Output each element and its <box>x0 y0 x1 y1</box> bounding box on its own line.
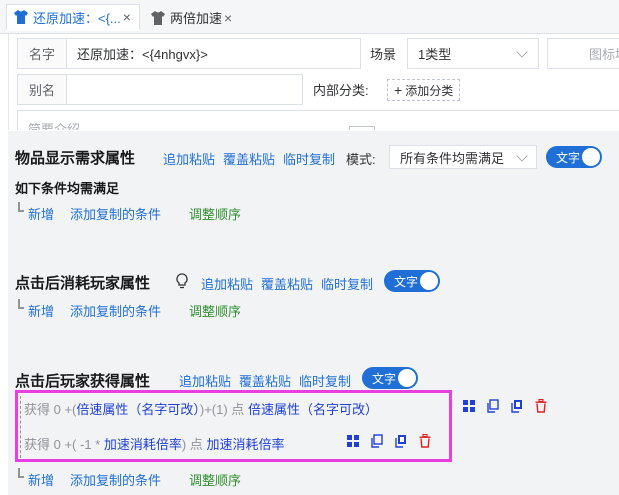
display-overwrite-paste-button[interactable]: 覆盖粘贴 <box>223 149 275 168</box>
display-section-title: 物品显示需求属性 <box>15 150 136 167</box>
tab-bar: 还原加速：<{... × 两倍加速 × <box>0 0 619 34</box>
trash-icon[interactable] <box>534 399 548 413</box>
chevron-down-icon <box>516 46 528 58</box>
gain-text-toggle[interactable]: 文字 <box>362 367 418 389</box>
tab-double-speed[interactable]: 两倍加速 × <box>144 4 264 31</box>
toggle-label: 文字 <box>372 371 397 386</box>
gain-append-paste-button[interactable]: 追加粘贴 <box>179 371 231 390</box>
mode-label: 模式: <box>346 152 376 167</box>
consume-temp-copy-button[interactable]: 临时复制 <box>321 274 373 293</box>
toggle-knob <box>582 148 600 166</box>
gain-temp-copy-button[interactable]: 临时复制 <box>299 371 351 390</box>
toggle-knob <box>420 272 438 290</box>
condition-summary: 如下条件均需满足 <box>15 181 120 196</box>
display-add-new-button[interactable]: 新增 <box>28 204 54 223</box>
scene-select[interactable]: 1类型 <box>407 38 539 69</box>
gain-add-new-button[interactable]: 新增 <box>28 470 54 489</box>
scene-select-value: 1类型 <box>418 47 452 62</box>
description-placeholder: 简要介绍 <box>28 122 81 130</box>
paste-icon[interactable] <box>510 399 524 413</box>
name-label: 名字 <box>17 38 67 69</box>
shirt-icon <box>14 10 28 24</box>
subcategory-label: 内部分类: <box>313 83 369 98</box>
display-text-toggle[interactable]: 文字 <box>546 146 602 168</box>
mode-select-value: 所有条件均需满足 <box>400 150 505 166</box>
consume-add-copied-button[interactable]: 添加复制的条件 <box>70 301 161 320</box>
toggle-label: 文字 <box>556 150 581 165</box>
tree-branch-icon <box>18 202 24 212</box>
consume-section-title: 点击后消耗玩家属性 <box>15 275 151 292</box>
copy-icon[interactable] <box>486 399 500 413</box>
icon-address-placeholder: 图标地 <box>588 47 619 62</box>
gain-overwrite-paste-button[interactable]: 覆盖粘贴 <box>239 371 291 390</box>
tab-restore-speed[interactable]: 还原加速：<{... × <box>6 4 140 31</box>
scene-label: 场景 <box>370 47 397 62</box>
resize-handle[interactable] <box>349 126 375 130</box>
display-temp-copy-button[interactable]: 临时复制 <box>283 149 335 168</box>
gain-reorder-button[interactable]: 调整顺序 <box>189 470 241 489</box>
toggle-label: 文字 <box>394 274 419 289</box>
gain-add-copied-button[interactable]: 添加复制的条件 <box>70 470 161 489</box>
lightbulb-icon[interactable] <box>175 273 189 289</box>
tab-label: 还原加速：<{... <box>33 10 121 26</box>
plus-icon: + <box>394 82 403 98</box>
alias-label: 别名 <box>17 74 67 105</box>
display-reorder-button[interactable]: 调整顺序 <box>189 204 241 223</box>
close-icon[interactable]: × <box>224 10 232 26</box>
add-subcategory-label: 添加分类 <box>405 83 454 98</box>
mode-select[interactable]: 所有条件均需满足 <box>389 145 537 169</box>
grid-icon[interactable] <box>462 399 476 413</box>
consume-add-new-button[interactable]: 新增 <box>28 301 54 320</box>
consume-overwrite-paste-button[interactable]: 覆盖粘贴 <box>261 274 313 293</box>
tree-branch-icon <box>18 468 24 478</box>
shirt-icon <box>151 10 165 25</box>
consume-text-toggle[interactable]: 文字 <box>384 270 440 292</box>
chevron-down-icon <box>516 150 528 162</box>
consume-append-paste-button[interactable]: 追加粘贴 <box>201 274 253 293</box>
close-icon[interactable]: × <box>123 9 131 25</box>
consume-reorder-button[interactable]: 调整顺序 <box>189 301 241 320</box>
name-input[interactable]: 还原加速：<{4nhgvx}> <box>66 38 361 69</box>
selection-highlight <box>15 390 452 462</box>
description-input[interactable]: 简要介绍 <box>17 110 619 130</box>
tab-label: 两倍加速 <box>170 11 223 26</box>
tree-branch-icon <box>18 299 24 309</box>
gain-section-title: 点击后玩家获得属性 <box>15 373 151 390</box>
toggle-knob <box>398 369 416 387</box>
display-append-paste-button[interactable]: 追加粘贴 <box>163 149 215 168</box>
add-subcategory-button[interactable]: + 添加分类 <box>387 79 461 101</box>
alias-input[interactable] <box>66 74 303 105</box>
item-form: 名字 还原加速：<{4nhgvx}> 场景 1类型 图标地 别名 内部分类: +… <box>8 34 619 130</box>
icon-address-input[interactable]: 图标地 <box>547 38 619 69</box>
display-add-copied-button[interactable]: 添加复制的条件 <box>70 204 161 223</box>
